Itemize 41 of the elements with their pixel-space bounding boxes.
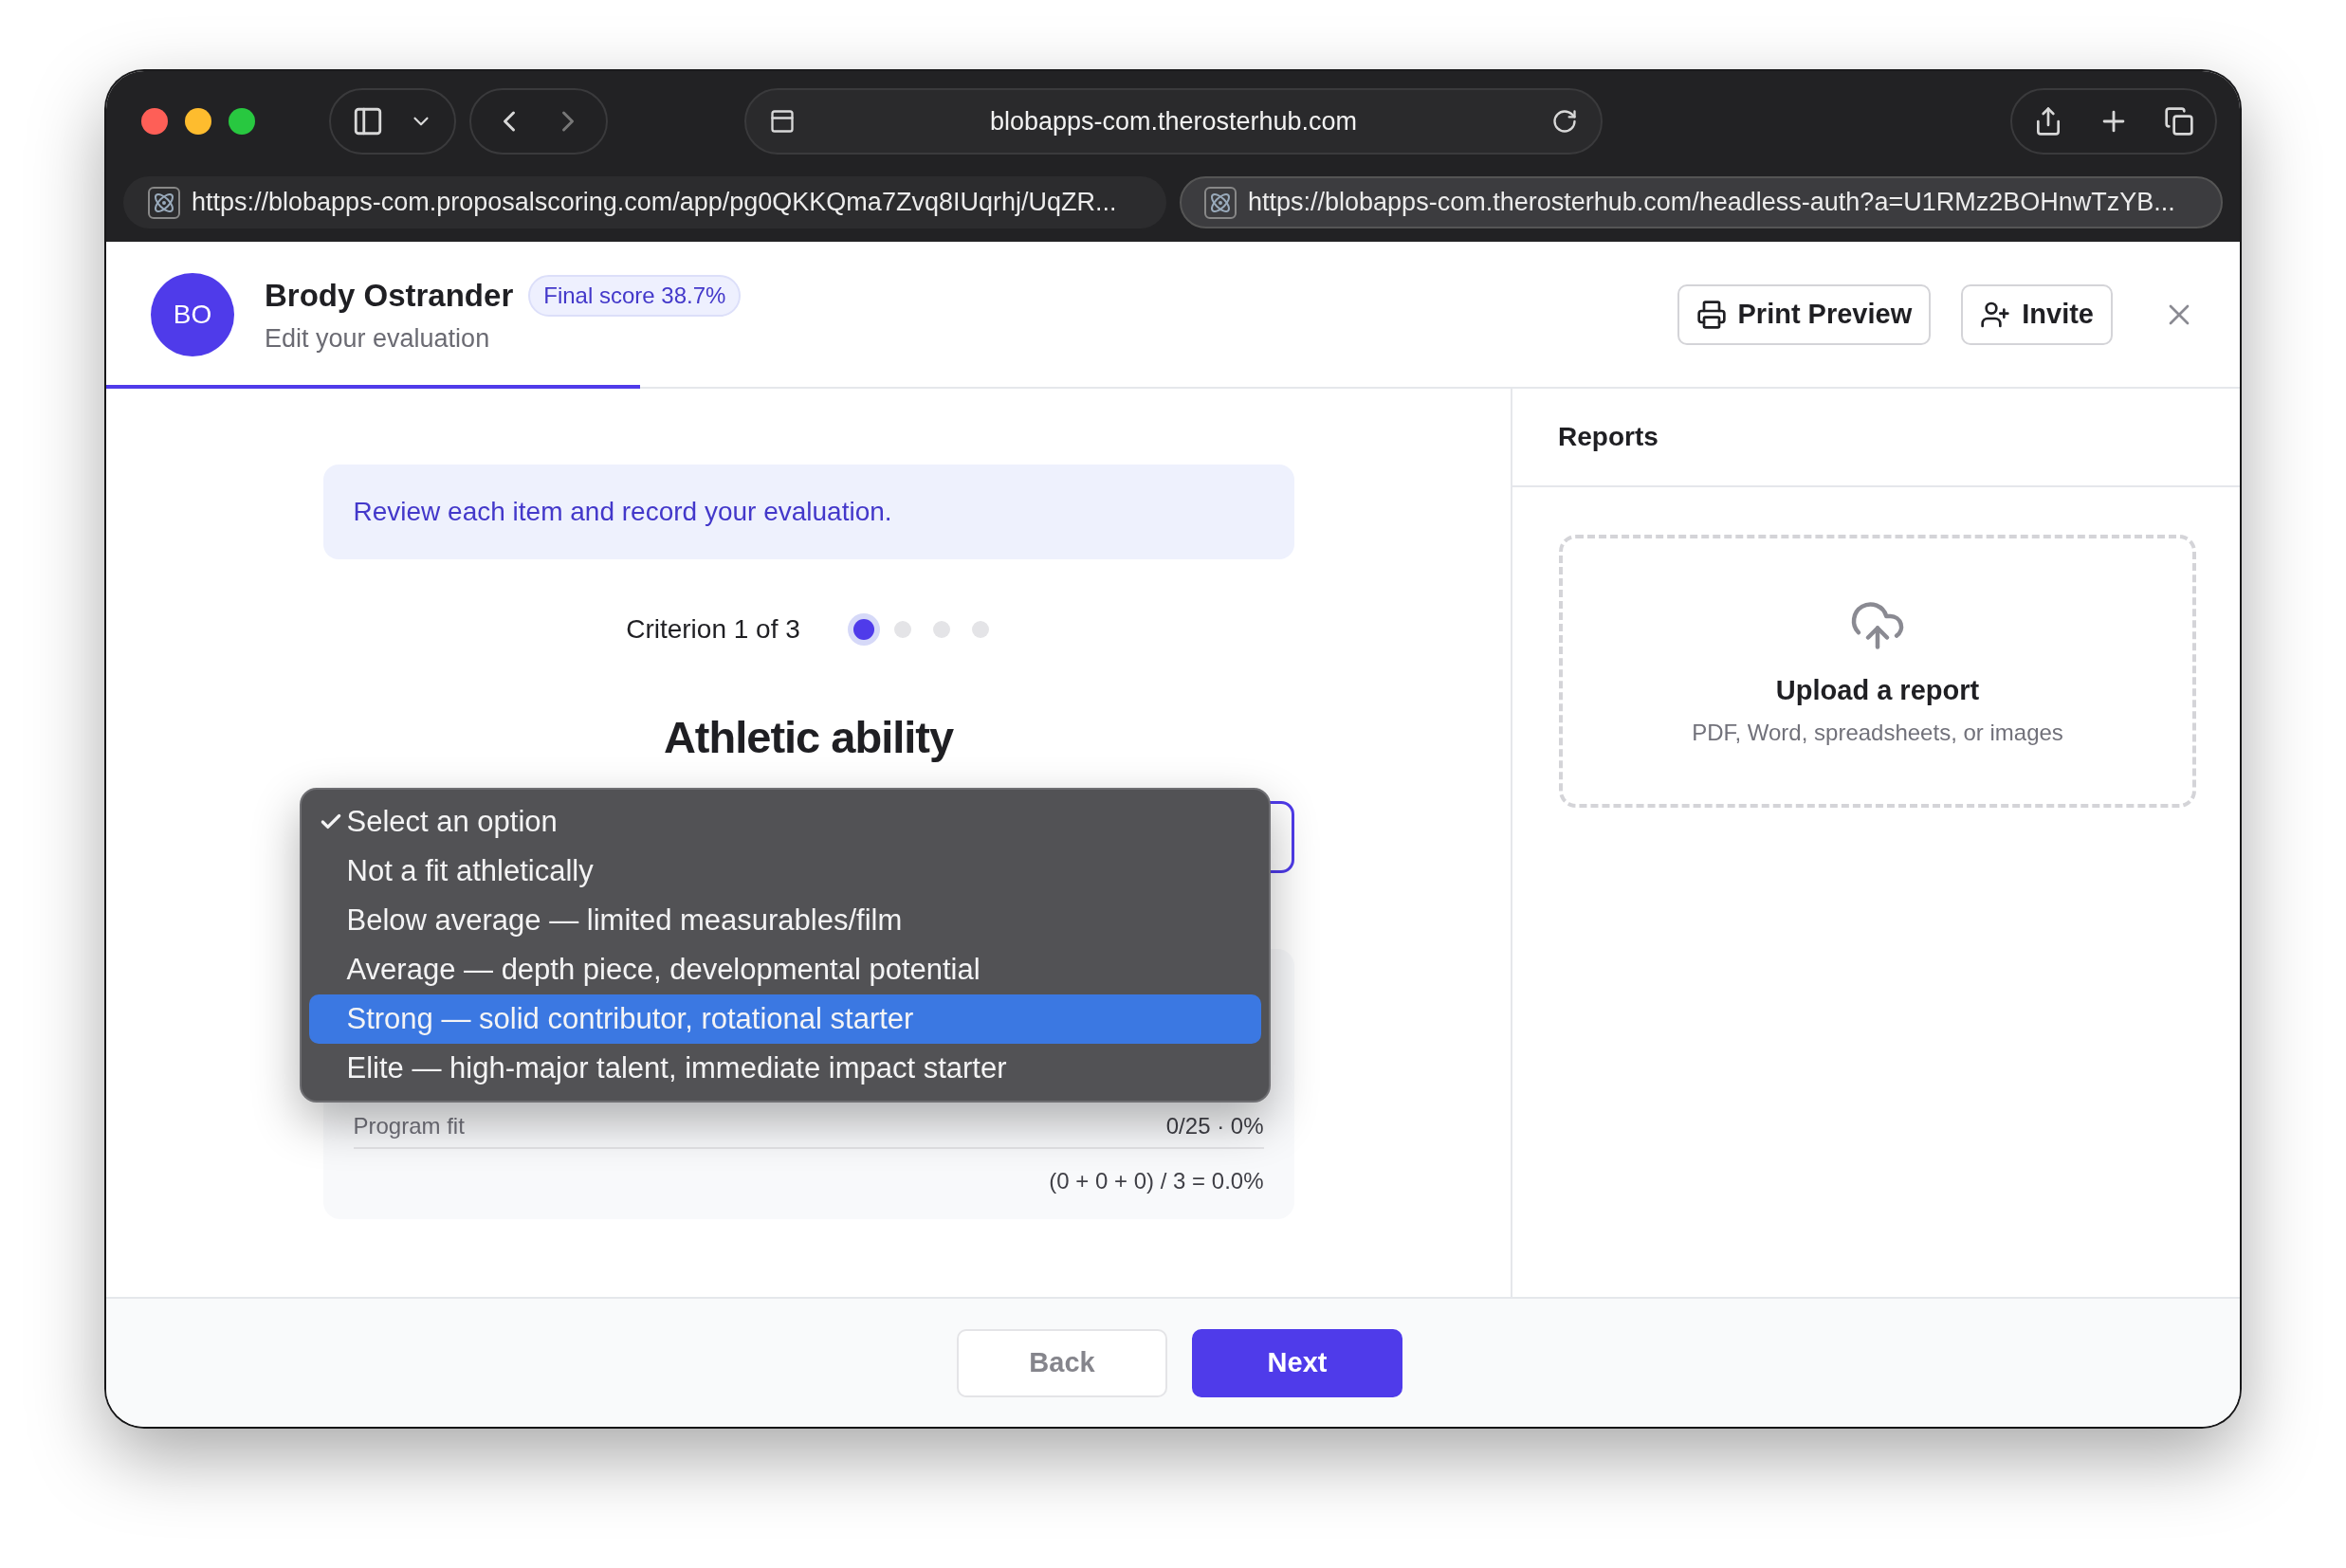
browser-tab[interactable]: https://blobapps-com.proposalscoring.com/app/pg0QKKQma7Zvq8IUqrhj/UqZR... [123, 176, 1166, 228]
summary-label: Program fit [353, 1113, 465, 1140]
upload-hint: PDF, Word, spreadsheets, or images [1692, 720, 2063, 746]
evaluee-name: Brody Ostrander [265, 278, 514, 314]
browser-tab[interactable]: https://blobapps-com.therosterhub.com/headless-auth?a=U1RMz2BOHnwTzYB... [1180, 176, 2223, 228]
invite-button[interactable]: Invite [1961, 283, 2113, 345]
dropdown-option[interactable]: Select an option [308, 797, 1261, 847]
tab-overview-icon[interactable] [2164, 105, 2194, 137]
upload-title: Upload a report [1775, 675, 1980, 706]
step-label: Criterion 1 of 3 [626, 614, 800, 645]
zoom-window-button[interactable] [229, 107, 255, 135]
printer-icon [1695, 299, 1727, 330]
back-button[interactable]: Back [957, 1328, 1167, 1397]
sidebar-toggle-button[interactable] [329, 87, 456, 155]
next-button[interactable]: Next [1192, 1328, 1402, 1397]
address-text: blobapps-com.therosterhub.com [988, 106, 1359, 137]
summary-value: 0/25 · 0% [1165, 1113, 1264, 1140]
print-preview-button[interactable]: Print Preview [1677, 283, 1932, 345]
dropdown-option[interactable]: Average — depth piece, developmental potential [308, 945, 1261, 994]
notice-banner: Review each item and record your evaluation. [322, 465, 1294, 559]
dropdown-option[interactable]: Not a fit athletically [308, 847, 1261, 896]
atom-icon [148, 186, 180, 219]
criterion-title: Athletic ability [663, 711, 954, 763]
atom-icon [1204, 186, 1237, 219]
minimize-window-button[interactable] [185, 107, 211, 135]
avatar: BO [151, 272, 234, 356]
summary-total: (0 + 0 + 0) / 3 = 0.0% [1048, 1168, 1264, 1194]
dropdown-option[interactable]: Below average — limited measurables/film [308, 896, 1261, 945]
page-menu-icon[interactable] [769, 108, 796, 135]
close-window-button[interactable] [141, 107, 168, 135]
upload-dropzone[interactable]: Upload a report PDF, Word, spreadsheets, or images [1559, 535, 2196, 808]
dropdown-option[interactable]: Elite — high-major talent, immediate impact starter [308, 1044, 1261, 1093]
subtitle: Edit your evaluation [265, 324, 491, 354]
reports-title: Reports [1558, 422, 1659, 452]
address-bar[interactable]: blobapps-com.therosterhub.com [744, 88, 1603, 155]
score-badge: Final score 38.7% [528, 275, 742, 317]
reload-icon[interactable] [1551, 108, 1578, 135]
step-dot[interactable] [971, 621, 989, 638]
step-dot[interactable] [932, 621, 950, 638]
dropdown-option[interactable]: Strong — solid contributor, rotational starter [308, 994, 1261, 1044]
step-dot[interactable] [893, 621, 911, 638]
